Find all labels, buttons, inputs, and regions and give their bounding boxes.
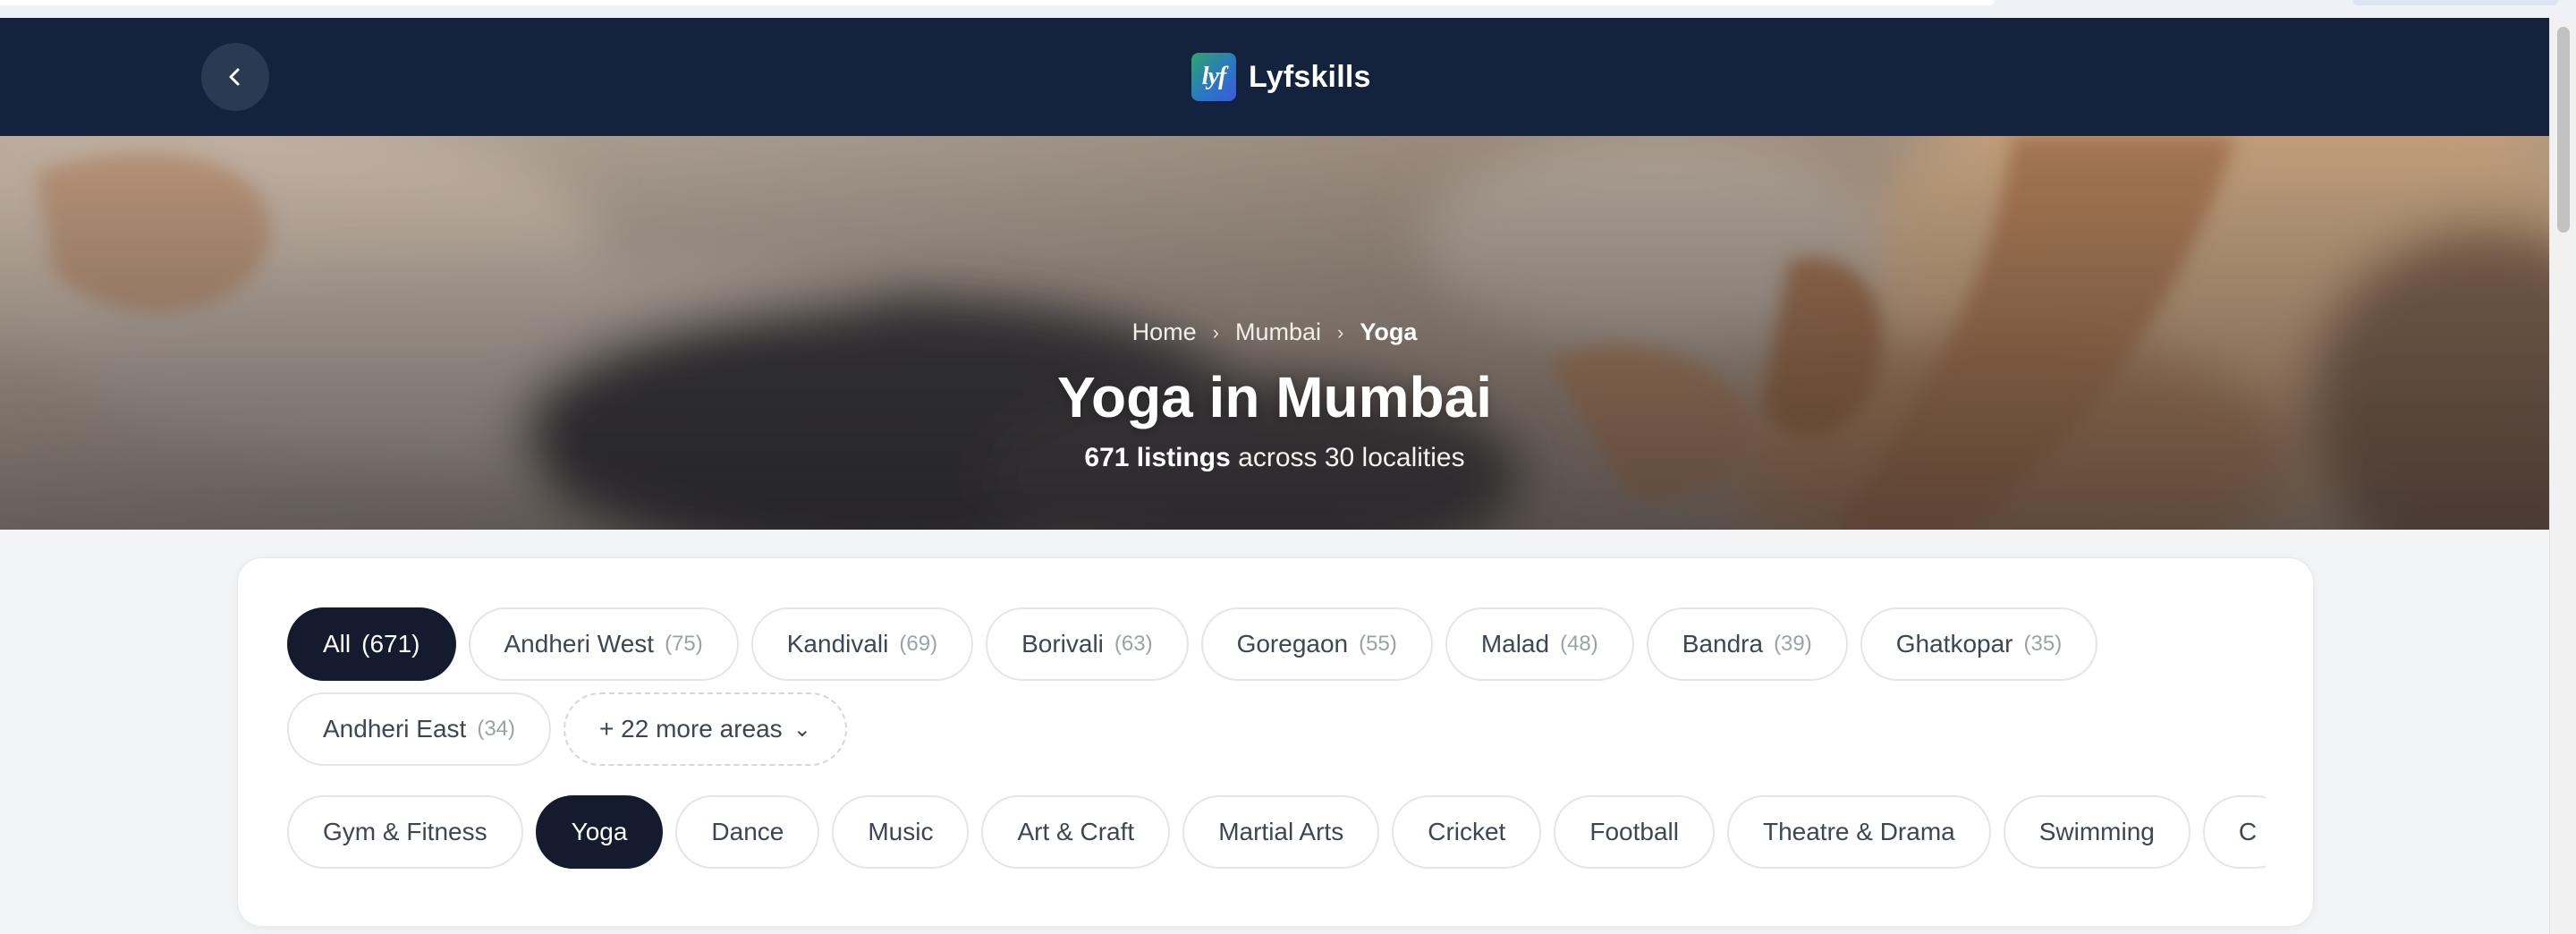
chip-count: (63)	[1114, 632, 1153, 656]
chip-label: Ghatkopar	[1895, 630, 2013, 658]
brand-name: Lyfskills	[1249, 59, 1371, 94]
chip-label: Theatre & Drama	[1762, 818, 1955, 845]
category-chip-swimming[interactable]: Swimming	[2003, 795, 2190, 869]
area-chip-malad[interactable]: Malad (48)	[1445, 607, 1634, 681]
breadcrumb-city[interactable]: Mumbai	[1235, 318, 1321, 346]
area-chip-andheri-east[interactable]: Andheri East (34)	[287, 692, 552, 766]
area-chip-andheri-west[interactable]: Andheri West (75)	[468, 607, 739, 681]
chevron-down-icon: ⌄	[792, 717, 811, 742]
chip-label: Malad	[1480, 630, 1550, 658]
chip-count: (671)	[361, 630, 420, 658]
category-chip-yoga[interactable]: Yoga	[535, 795, 664, 869]
chip-label: Art & Craft	[1017, 818, 1135, 845]
chip-label: C	[2238, 818, 2258, 845]
area-chip-goregaon[interactable]: Goregaon (55)	[1200, 607, 1433, 681]
breadcrumb-current: Yoga	[1360, 318, 1418, 345]
scrollbar-thumb[interactable]	[2557, 27, 2570, 233]
chip-label: Borivali	[1021, 630, 1104, 658]
site-header: lyf Lyfskills	[0, 18, 2549, 136]
brand-logo-icon: lyf	[1191, 53, 1236, 101]
toolbar-pill-edge	[2352, 0, 2558, 5]
breadcrumb-home[interactable]: Home	[1132, 318, 1197, 346]
chip-label: Cricket	[1428, 818, 1506, 845]
category-chip-cricket[interactable]: Cricket	[1392, 795, 1542, 869]
page-scrollbar[interactable]	[2549, 18, 2576, 934]
chip-label: Gym & Fitness	[323, 818, 487, 845]
area-chip-all[interactable]: All (671)	[287, 607, 456, 681]
category-chip-music[interactable]: Music	[832, 795, 970, 869]
browser-top-strip	[0, 0, 2576, 18]
chip-count: (35)	[2023, 632, 2063, 656]
page-title: Yoga in Mumbai	[1057, 365, 1492, 429]
chip-label: Kandivali	[786, 630, 889, 658]
chip-label: Dance	[711, 818, 784, 845]
chip-count: (48)	[1560, 632, 1598, 656]
chip-label: Bandra	[1682, 630, 1764, 658]
brand[interactable]: lyf Lyfskills	[1191, 52, 1371, 102]
chip-label: + 22 more areas	[599, 715, 783, 743]
brand-logo-mark: lyf	[1201, 63, 1227, 90]
more-areas-button[interactable]: + 22 more areas ⌄	[564, 692, 847, 766]
category-chip-martial-arts[interactable]: Martial Arts	[1182, 795, 1380, 869]
chip-label: Football	[1589, 818, 1679, 845]
address-bar-edge	[0, 0, 1995, 5]
listings-count: 671 listings	[1084, 443, 1231, 472]
hero-content: Home › Mumbai › Yoga Yoga in Mumbai 671 …	[0, 136, 2549, 530]
filter-card: All (671) Andheri West (75) Kandivali (6…	[237, 557, 2314, 927]
localities-summary: across 30 localities	[1238, 443, 1465, 472]
chevron-right-icon: ›	[1337, 320, 1344, 344]
chip-count: (39)	[1774, 632, 1812, 656]
area-chip-kandivali[interactable]: Kandivali (69)	[750, 607, 974, 681]
chip-label: All	[323, 630, 352, 658]
area-filter-row-2: Andheri East (34) + 22 more areas ⌄	[287, 692, 847, 766]
category-chip-theatre-drama[interactable]: Theatre & Drama	[1726, 795, 1991, 869]
chevron-left-icon	[229, 68, 240, 86]
chevron-right-icon: ›	[1212, 320, 1219, 344]
chip-label: Martial Arts	[1218, 818, 1344, 845]
chip-label: Andheri West	[504, 630, 655, 658]
chip-label: Swimming	[2038, 818, 2155, 845]
chip-label: Yoga	[571, 818, 628, 845]
hero-banner: Home › Mumbai › Yoga Yoga in Mumbai 671 …	[0, 136, 2549, 530]
chip-count: (75)	[665, 632, 703, 656]
chip-label: Music	[868, 818, 934, 845]
area-chip-borivali[interactable]: Borivali (63)	[986, 607, 1189, 681]
area-chip-ghatkopar[interactable]: Ghatkopar (35)	[1860, 607, 2098, 681]
category-filter-row[interactable]: Gym & Fitness Yoga Dance Music Art & Cra…	[287, 795, 2266, 869]
chip-count: (34)	[477, 717, 516, 741]
breadcrumb: Home › Mumbai › Yoga	[1132, 318, 1418, 346]
category-chip-football[interactable]: Football	[1554, 795, 1715, 869]
category-chip-partial[interactable]: C	[2202, 795, 2266, 869]
category-chip-gym-fitness[interactable]: Gym & Fitness	[287, 795, 523, 869]
chip-label: Goregaon	[1236, 630, 1349, 658]
chip-label: Andheri East	[323, 715, 467, 743]
listings-summary: 671 listings across 30 localities	[1084, 443, 1464, 473]
chip-count: (69)	[899, 632, 938, 656]
back-button[interactable]	[201, 43, 269, 111]
area-chip-bandra[interactable]: Bandra (39)	[1646, 607, 1848, 681]
chip-count: (55)	[1359, 632, 1397, 656]
category-chip-art-craft[interactable]: Art & Craft	[981, 795, 1171, 869]
category-chip-dance[interactable]: Dance	[675, 795, 820, 869]
area-filter-row: All (671) Andheri West (75) Kandivali (6…	[287, 607, 2098, 681]
